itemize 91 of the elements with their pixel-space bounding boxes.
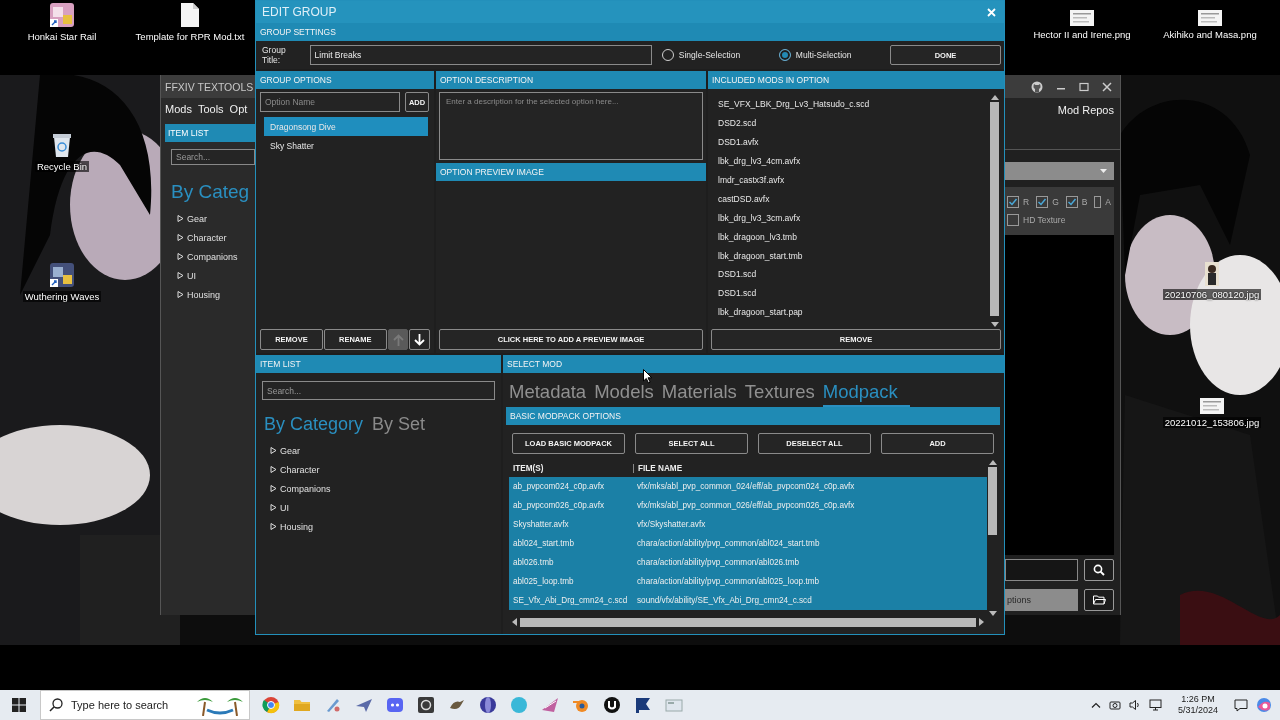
mod-list-item[interactable]: DSD1.scd [718,283,989,303]
section-header: ITEM LIST [260,359,301,369]
section-header: OPTION DESCRIPTION [440,75,534,85]
radio-label: Single-Selection [678,50,741,60]
tab[interactable]: Materials [661,381,737,405]
table-cell-text: ab_pvpcom024_c0p.avfx [512,482,606,491]
mod-list-item[interactable]: DSD1.avfx [718,132,989,152]
table-row[interactable]: Skyshatter.avfx vfx/Skyshatter.avfx [509,515,987,534]
section-header: OPTION PREVIEW IMAGE [440,167,544,177]
mod-list-item[interactable]: lbk_dragoon_start.pap [718,302,989,322]
taskbar-clock[interactable]: 1:26 PM 5/31/2024 [1177,694,1218,716]
field-label: Group Title: [262,45,287,65]
table-cell-text: abl026.tmb [512,558,555,567]
radio-label: Multi-Selection [795,50,852,60]
table-row[interactable]: abl024_start.tmb chara/action/ability/pvp_common/abl024_start.tmb [509,534,987,553]
column-header[interactable]: FILE NAME [633,464,987,473]
menu-item[interactable]: Opt [229,103,248,115]
desktop-icon-label: Wuthering Waves [22,291,102,302]
taskbar-search-field[interactable]: Type here to search [40,690,250,720]
search-field[interactable]: Search... [262,381,495,400]
table-cell-text: chara/action/ability/pvp_common/abl024_start.tmb [636,539,821,548]
desktop-icon-label: 20221012_153806.jpg [1162,417,1262,428]
desktop-icon-label: Hector II and Irene.png [1031,29,1133,40]
section-header: BASIC MODPACK OPTIONS [510,411,621,421]
view-tab[interactable]: By Category [264,414,364,435]
tree-item[interactable]: UI [270,498,501,517]
mod-list-item[interactable]: lbk_drg_lv3_3cm.avfx [718,208,989,228]
desktop-icon-label: Akihiko and Masa.png [1161,29,1259,40]
table-cell-text: ab_pvpcom026_c0p.avfx [512,501,606,510]
table-row[interactable]: SE_Vfx_Abi_Drg_cmn24_c.scd sound/vfx/ability/SE_Vfx_Abi_Drg_cmn24_c.scd [509,591,987,610]
search-field[interactable]: Search... [171,149,255,165]
tab[interactable]: Textures [744,381,815,405]
tab[interactable]: Models [594,381,654,405]
mod-list-item[interactable]: lbk_dragoon_lv3.tmb [718,227,989,247]
mod-list-item[interactable]: DSD1.scd [718,265,989,284]
section-header: ITEM LIST [168,128,209,138]
checkbox-label: B [1081,197,1088,207]
options-button[interactable]: ptions [1005,589,1078,611]
tree-item[interactable]: Gear [270,441,501,460]
checkbox-label: G [1052,197,1059,207]
dialog-title: EDIT GROUP [262,5,337,19]
section-header: SELECT MOD [507,359,563,369]
checkbox-label: HD Texture [1023,215,1066,225]
table-cell-text: abl025_loop.tmb [512,577,575,586]
table-cell-text: vfx/mks/abl_pvp_common_026/eff/ab_pvpcom026_c0p.avfx [636,501,856,510]
table-cell-text: sound/vfx/ability/SE_Vfx_Abi_Drg_cmn24_c.scd [636,596,813,605]
tree-item[interactable]: Companions [177,247,256,266]
column-header[interactable]: ITEM(S) [509,464,633,473]
mod-list-item[interactable]: lbk_drg_lv3_4cm.avfx [718,151,989,171]
mod-list-item[interactable]: DSD2.scd [718,113,989,133]
table-cell-text: vfx/mks/abl_pvp_common_024/eff/ab_pvpcom024_c0p.avfx [636,482,856,491]
view-tab[interactable]: By Categ [171,181,256,203]
table-cell-text: Skyshatter.avfx [512,520,570,529]
tree-item[interactable]: Gear [177,209,256,228]
table-cell-text: chara/action/ability/pvp_common/abl026.tmb [636,558,801,567]
tab[interactable]: Metadata [509,381,587,405]
section-header: GROUP SETTINGS [260,27,336,37]
tree-item[interactable]: Character [270,460,501,479]
tree-item[interactable]: Housing [177,285,256,304]
section-header: INCLUDED MODS IN OPTION [712,75,830,85]
tree-item[interactable]: UI [177,266,256,285]
mod-list-item[interactable]: lbk_dragoon_start.tmb [718,246,989,265]
mod-list-item[interactable]: castDSD.avfx [718,189,989,209]
table-cell-text: SE_Vfx_Abi_Drg_cmn24_c.scd [512,596,629,605]
menu-item[interactable]: Tools [197,103,224,115]
mod-list-item[interactable]: lmdr_castx3f.avfx [718,170,989,190]
table-row[interactable]: abl025_loop.tmb chara/action/ability/pvp_common/abl025_loop.tmb [509,572,987,591]
section-header: GROUP OPTIONS [260,75,332,85]
table-row[interactable]: ab_pvpcom024_c0p.avfx vfx/mks/abl_pvp_common_024/eff/ab_pvpcom024_c0p.avfx [509,477,987,496]
checkbox-label: A [1105,197,1111,207]
group-title-field[interactable]: Limit Breaks [309,45,652,65]
table-row[interactable]: abl026.tmb chara/action/ability/pvp_common/abl026.tmb [509,553,987,572]
checkbox-label: R [1023,197,1030,207]
table-cell-text: chara/action/ability/pvp_common/abl025_loop.tmb [636,577,821,586]
tree-item[interactable]: Character [177,228,256,247]
desktop-icon-label: 20210706_080120.jpg [1162,289,1262,300]
desktop-icon-label: Recycle Bin [34,161,90,172]
option-list-item[interactable]: Sky Shatter [264,136,428,155]
tree-item[interactable]: Companions [270,479,501,498]
mod-list-item[interactable]: SE_VFX_LBK_Drg_Lv3_Hatsudo_c.scd [718,95,989,114]
description-field[interactable]: Enter a description for the selected option here... [439,92,703,160]
option-name-field[interactable]: Option Name [260,92,400,112]
menu-item[interactable]: Mods [165,103,192,115]
tree-item[interactable]: Housing [270,517,501,536]
desktop-icon-label: Template for RPR Mod.txt [133,31,247,42]
table-cell-text: abl024_start.tmb [512,539,575,548]
view-tab[interactable]: By Set [372,414,426,435]
window-title: FFXIV TEXTOOLS [165,80,254,93]
table-cell-text: vfx/Skyshatter.avfx [636,520,707,529]
table-row[interactable]: ab_pvpcom026_c0p.avfx vfx/mks/abl_pvp_common_026/eff/ab_pvpcom026_c0p.avfx [509,496,987,515]
desktop-icon-label: Honkai Star Rail [25,31,99,42]
